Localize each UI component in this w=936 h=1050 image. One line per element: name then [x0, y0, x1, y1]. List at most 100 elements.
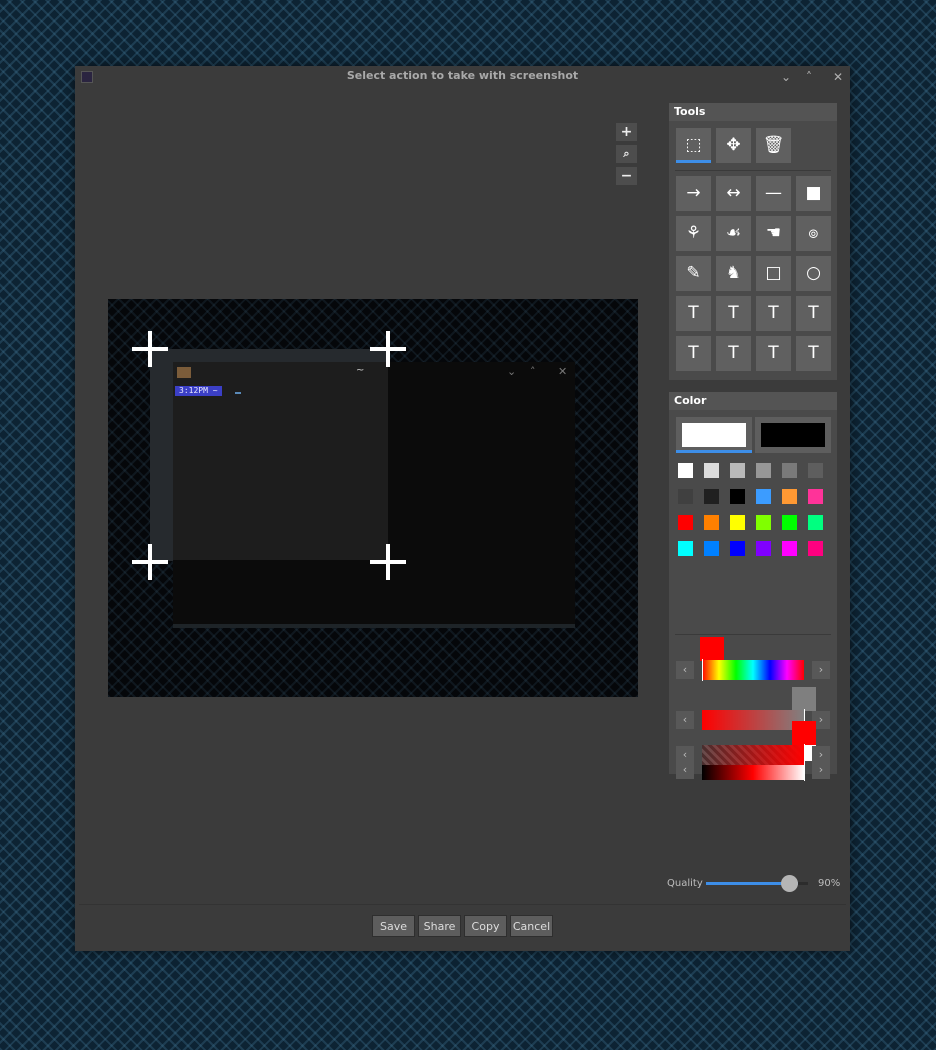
close-icon[interactable]: ✕: [830, 69, 846, 85]
speech-bubble-alt-tool[interactable]: T: [716, 336, 751, 371]
hue-marker: [702, 659, 703, 681]
ellipse-tool[interactable]: ○: [796, 256, 831, 291]
crop-handle-top-right[interactable]: [370, 331, 406, 367]
text-frame-tool[interactable]: T: [676, 296, 711, 331]
saturation-slider[interactable]: [702, 710, 804, 730]
hue-slider[interactable]: [702, 660, 804, 680]
palette-swatch[interactable]: [704, 489, 719, 504]
palette-swatch[interactable]: [782, 515, 797, 530]
palette-swatch[interactable]: [678, 463, 693, 478]
pencil-icon: ✎: [686, 263, 701, 283]
palette-swatch[interactable]: [782, 541, 797, 556]
text-frame-icon: T: [688, 303, 699, 323]
palette-swatch[interactable]: [782, 489, 797, 504]
move-icon: ✥: [726, 135, 741, 155]
explosion-text-tool[interactable]: T: [756, 336, 791, 371]
speech-bubble-tool[interactable]: T: [676, 336, 711, 371]
window-title: Select action to take with screenshot: [346, 69, 579, 82]
speech-bubble-alt-icon: T: [728, 343, 739, 363]
palette-swatch[interactable]: [678, 541, 693, 556]
pointing-hand-tool[interactable]: ☚: [756, 216, 791, 251]
palette-swatch[interactable]: [730, 515, 745, 530]
cloud-text-tool[interactable]: T: [756, 296, 791, 331]
palette-swatch[interactable]: [808, 463, 823, 478]
move-tool[interactable]: ✥: [716, 128, 751, 163]
maximize-icon[interactable]: ˄: [801, 69, 817, 85]
footer-separator: [79, 904, 846, 905]
palette-swatch[interactable]: [756, 515, 771, 530]
quality-value: 90%: [818, 878, 841, 889]
double-arrow-tool[interactable]: ↔: [716, 176, 751, 211]
cancel-button[interactable]: Cancel: [510, 915, 553, 937]
saturation-knob[interactable]: [792, 687, 816, 711]
primary-color-swatch: [682, 423, 746, 447]
alpha-knob[interactable]: [792, 721, 816, 745]
alpha-increase-button[interactable]: ›: [812, 746, 830, 764]
crop-handle-bottom-right[interactable]: [370, 544, 406, 580]
rectangle-icon: □: [765, 263, 782, 283]
title-bar[interactable]: Select action to take with screenshot ⌄ …: [75, 66, 850, 88]
hue-knob[interactable]: [700, 637, 724, 661]
save-button[interactable]: Save: [372, 915, 415, 937]
explosion-text-icon: T: [768, 343, 779, 363]
palette-swatch[interactable]: [808, 489, 823, 504]
text-box-tool[interactable]: T: [716, 296, 751, 331]
zoom-in-button[interactable]: +: [616, 123, 637, 141]
quality-knob[interactable]: [780, 875, 798, 892]
spiral-tool[interactable]: ๏: [796, 216, 831, 251]
secondary-color-button[interactable]: [755, 417, 831, 453]
filled-rectangle-tool[interactable]: ■: [796, 176, 831, 211]
rectangle-tool[interactable]: □: [756, 256, 791, 291]
primary-color-button[interactable]: [676, 417, 752, 453]
palette-swatch[interactable]: [730, 541, 745, 556]
sticker-figure-tool[interactable]: ☙: [716, 216, 751, 251]
color-panel: Color ‹ › ‹ › ‹ ›: [669, 392, 837, 781]
palette-swatch[interactable]: [704, 541, 719, 556]
terminal-close-icon: ✕: [558, 365, 568, 378]
palette-swatch[interactable]: [756, 489, 771, 504]
zoom-fit-button[interactable]: ⌕: [616, 145, 637, 163]
arrow-tool[interactable]: →: [676, 176, 711, 211]
arrow-icon: →: [686, 183, 701, 203]
stamp-icon: ♞: [725, 263, 742, 283]
stamp-tool[interactable]: ♞: [716, 256, 751, 291]
explosion-text-alt-tool[interactable]: T: [796, 336, 831, 371]
hue-increase-button[interactable]: ›: [812, 661, 830, 679]
pencil-tool[interactable]: ✎: [676, 256, 711, 291]
alpha-slider[interactable]: [702, 745, 804, 765]
terminal-title: ~: [356, 365, 365, 376]
saturation-decrease-button[interactable]: ‹: [676, 711, 694, 729]
tools-separator: [675, 170, 831, 171]
palette-swatch[interactable]: [756, 541, 771, 556]
palette-swatch[interactable]: [704, 463, 719, 478]
screenshot-canvas[interactable]: ~ 3:12PM ~ ⌄ ˄ ✕: [108, 299, 638, 697]
cloud-text-alt-tool[interactable]: T: [796, 296, 831, 331]
terminal-maximize-icon: ˄: [530, 365, 536, 378]
sticker-animal-tool[interactable]: ⚘: [676, 216, 711, 251]
share-button[interactable]: Share: [418, 915, 461, 937]
palette-swatch[interactable]: [808, 541, 823, 556]
palette-swatch[interactable]: [704, 515, 719, 530]
color-header: Color: [669, 392, 837, 410]
minimize-icon[interactable]: ⌄: [778, 69, 794, 85]
delete-tool[interactable]: 🗑: [756, 128, 791, 163]
crop-handle-bottom-left[interactable]: [132, 544, 168, 580]
palette-swatch[interactable]: [756, 463, 771, 478]
zoom-out-button[interactable]: −: [616, 167, 637, 185]
filled-rectangle-icon: ■: [805, 183, 822, 203]
line-tool[interactable]: —: [756, 176, 791, 211]
crop-handle-top-left[interactable]: [132, 331, 168, 367]
terminal-selected-region: ~ 3:12PM ~: [173, 362, 388, 560]
palette-swatch[interactable]: [808, 515, 823, 530]
palette-swatch[interactable]: [678, 515, 693, 530]
palette-swatch[interactable]: [678, 489, 693, 504]
copy-button[interactable]: Copy: [464, 915, 507, 937]
palette-swatch[interactable]: [782, 463, 797, 478]
alpha-decrease-button[interactable]: ‹: [676, 746, 694, 764]
terminal-bottom-bar: [173, 624, 575, 628]
speech-bubble-icon: T: [688, 343, 699, 363]
crop-tool[interactable]: ⬚: [676, 128, 711, 163]
hue-decrease-button[interactable]: ‹: [676, 661, 694, 679]
palette-swatch[interactable]: [730, 463, 745, 478]
palette-swatch[interactable]: [730, 489, 745, 504]
